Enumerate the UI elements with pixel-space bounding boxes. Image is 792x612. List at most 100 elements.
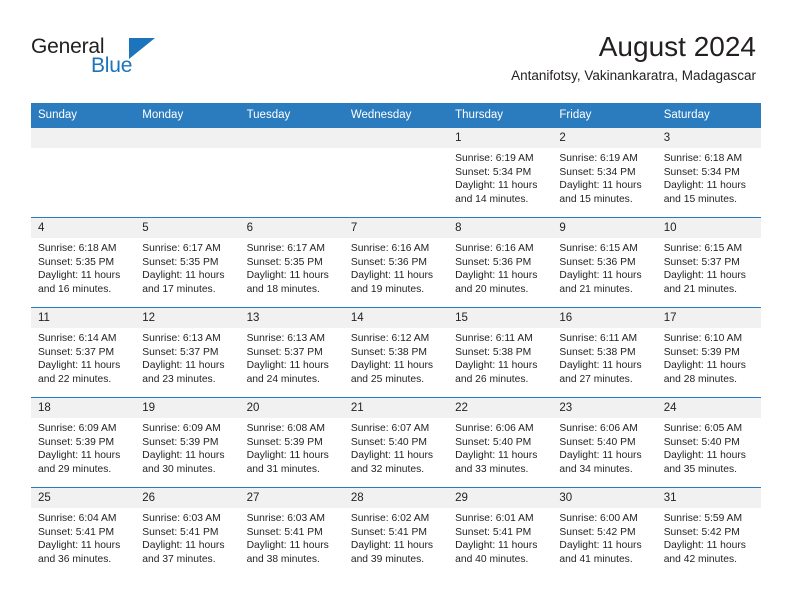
day-number: 3	[656, 128, 761, 148]
sunrise-time: Sunrise: 6:06 AM	[455, 423, 534, 434]
calendar-day-cell[interactable]: 31 Sunrise: 5:59 AM Sunset: 5:42 PM Dayligh…	[656, 487, 761, 578]
day-number: 31	[656, 488, 761, 508]
daylight-duration-line1: Daylight: 11 hours	[455, 360, 538, 372]
calendar-day-cell[interactable]: 22 Sunrise: 6:06 AM Sunset: 5:40 PM Dayligh…	[448, 397, 553, 488]
calendar-day-cell[interactable]: 28 Sunrise: 6:02 AM Sunset: 5:41 PM Dayligh…	[343, 487, 449, 578]
daylight-duration-line2: and 35 minutes.	[663, 463, 737, 475]
day-details: Sunrise: 6:16 AM Sunset: 5:36 PM Daylight:…	[344, 238, 448, 296]
calendar-table: Sunday Monday Tuesday Wednesday Thursday…	[31, 103, 761, 578]
day-details: Sunrise: 5:59 AM Sunset: 5:42 PM Daylight:…	[657, 508, 761, 566]
calendar-day-cell[interactable]: 21 Sunrise: 6:07 AM Sunset: 5:40 PM Dayligh…	[343, 397, 449, 488]
weekday-header-wednesday: Wednesday	[343, 103, 449, 128]
calendar-day-cell[interactable]: 27 Sunrise: 6:03 AM Sunset: 5:41 PM Dayligh…	[239, 487, 344, 578]
day-details: Sunrise: 6:17 AM Sunset: 5:35 PM Daylight:…	[240, 238, 344, 296]
day-number: 13	[239, 308, 344, 328]
day-details: Sunrise: 6:13 AM Sunset: 5:37 PM Daylight:…	[135, 328, 239, 386]
day-details: Sunrise: 6:11 AM Sunset: 5:38 PM Daylight:…	[552, 328, 656, 386]
sunrise-time: Sunrise: 6:03 AM	[142, 513, 221, 524]
day-number: 7	[343, 218, 449, 238]
calendar-day-cell[interactable]: 18 Sunrise: 6:09 AM Sunset: 5:39 PM Dayligh…	[31, 397, 136, 488]
sunset-time: Sunset: 5:35 PM	[38, 256, 115, 268]
sunrise-time: Sunrise: 6:08 AM	[246, 423, 325, 434]
sunset-time: Sunset: 5:37 PM	[38, 346, 115, 358]
calendar-day-cell[interactable]: 23 Sunrise: 6:06 AM Sunset: 5:40 PM Dayligh…	[552, 397, 657, 488]
sunrise-time: Sunrise: 6:03 AM	[246, 513, 325, 524]
sunset-time: Sunset: 5:41 PM	[142, 526, 219, 538]
day-details: Sunrise: 6:00 AM Sunset: 5:42 PM Daylight:…	[552, 508, 656, 566]
calendar-day-cell[interactable]: 30 Sunrise: 6:00 AM Sunset: 5:42 PM Dayligh…	[552, 487, 657, 578]
calendar-day-cell[interactable]: 16 Sunrise: 6:11 AM Sunset: 5:38 PM Dayligh…	[552, 307, 657, 398]
day-number	[135, 128, 240, 148]
calendar-day-cell-empty	[343, 127, 449, 218]
day-number: 11	[31, 308, 136, 328]
daylight-duration-line2: and 23 minutes.	[142, 373, 216, 385]
calendar-day-cell[interactable]: 20 Sunrise: 6:08 AM Sunset: 5:39 PM Dayligh…	[239, 397, 344, 488]
day-number: 19	[135, 398, 240, 418]
day-number: 8	[448, 218, 553, 238]
calendar-day-cell[interactable]: 19 Sunrise: 6:09 AM Sunset: 5:39 PM Dayligh…	[135, 397, 240, 488]
calendar-day-cell[interactable]: 1 Sunrise: 6:19 AM Sunset: 5:34 PM Daylight…	[448, 127, 553, 218]
weekday-header-sunday: Sunday	[31, 103, 136, 128]
daylight-duration-line1: Daylight: 11 hours	[350, 540, 434, 552]
sunset-time: Sunset: 5:41 PM	[350, 526, 427, 538]
sunrise-time: Sunrise: 6:11 AM	[455, 333, 533, 344]
daylight-duration-line1: Daylight: 11 hours	[455, 540, 538, 552]
sunrise-time: Sunrise: 6:07 AM	[350, 423, 430, 434]
brand-name-blue: Blue	[91, 54, 133, 77]
calendar-day-cell[interactable]: 11 Sunrise: 6:14 AM Sunset: 5:37 PM Dayligh…	[31, 307, 136, 398]
day-number: 25	[31, 488, 136, 508]
location-subtitle: Antanifotsy, Vakinankaratra, Madagascar	[511, 68, 756, 83]
sunrise-time: Sunrise: 5:59 AM	[663, 513, 743, 524]
brand-logo[interactable]: General Blue	[31, 36, 161, 82]
calendar-day-cell[interactable]: 10 Sunrise: 6:15 AM Sunset: 5:37 PM Dayligh…	[656, 217, 761, 308]
daylight-duration-line1: Daylight: 11 hours	[559, 450, 642, 462]
sunrise-time: Sunrise: 6:18 AM	[38, 243, 117, 254]
day-number	[239, 128, 344, 148]
calendar-day-cell[interactable]: 4 Sunrise: 6:18 AM Sunset: 5:35 PM Daylight…	[31, 217, 136, 308]
daylight-duration-line2: and 20 minutes.	[455, 283, 529, 295]
calendar-day-cell[interactable]: 14 Sunrise: 6:12 AM Sunset: 5:38 PM Dayligh…	[343, 307, 449, 398]
day-details: Sunrise: 6:11 AM Sunset: 5:38 PM Daylight:…	[448, 328, 552, 386]
daylight-duration-line2: and 32 minutes.	[350, 463, 425, 475]
calendar-day-cell[interactable]: 29 Sunrise: 6:01 AM Sunset: 5:41 PM Dayligh…	[448, 487, 553, 578]
day-number: 12	[135, 308, 240, 328]
sunrise-time: Sunrise: 6:16 AM	[350, 243, 430, 254]
daylight-duration-line2: and 33 minutes.	[455, 463, 529, 475]
calendar-day-cell[interactable]: 24 Sunrise: 6:05 AM Sunset: 5:40 PM Dayligh…	[656, 397, 761, 488]
day-number: 6	[239, 218, 344, 238]
day-details: Sunrise: 6:04 AM Sunset: 5:41 PM Daylight:…	[31, 508, 135, 566]
calendar-day-cell[interactable]: 5 Sunrise: 6:17 AM Sunset: 5:35 PM Daylight…	[135, 217, 240, 308]
title-block: August 2024 Antanifotsy, Vakinankaratra,…	[511, 30, 756, 85]
day-number: 24	[656, 398, 761, 418]
sunrise-time: Sunrise: 6:16 AM	[455, 243, 534, 254]
calendar-day-cell[interactable]: 26 Sunrise: 6:03 AM Sunset: 5:41 PM Dayligh…	[135, 487, 240, 578]
calendar-day-cell[interactable]: 3 Sunrise: 6:18 AM Sunset: 5:34 PM Daylight…	[656, 127, 761, 218]
day-number: 18	[31, 398, 136, 418]
calendar-day-cell[interactable]: 12 Sunrise: 6:13 AM Sunset: 5:37 PM Dayligh…	[135, 307, 240, 398]
daylight-duration-line2: and 29 minutes.	[38, 463, 112, 475]
calendar-day-cell[interactable]: 8 Sunrise: 6:16 AM Sunset: 5:36 PM Daylight…	[448, 217, 553, 308]
calendar-week-row: 18 Sunrise: 6:09 AM Sunset: 5:39 PM Dayligh…	[31, 397, 761, 488]
sunset-time: Sunset: 5:34 PM	[455, 166, 532, 178]
calendar-day-cell[interactable]: 7 Sunrise: 6:16 AM Sunset: 5:36 PM Daylight…	[343, 217, 449, 308]
daylight-duration-line1: Daylight: 11 hours	[246, 540, 329, 552]
daylight-duration-line2: and 22 minutes.	[38, 373, 112, 385]
calendar-day-cell[interactable]: 6 Sunrise: 6:17 AM Sunset: 5:35 PM Daylight…	[239, 217, 344, 308]
sunset-time: Sunset: 5:39 PM	[663, 346, 740, 358]
daylight-duration-line1: Daylight: 11 hours	[559, 540, 642, 552]
calendar-day-cell[interactable]: 15 Sunrise: 6:11 AM Sunset: 5:38 PM Dayligh…	[448, 307, 553, 398]
day-details: Sunrise: 6:06 AM Sunset: 5:40 PM Daylight:…	[552, 418, 656, 476]
calendar-day-cell[interactable]: 9 Sunrise: 6:15 AM Sunset: 5:36 PM Daylight…	[552, 217, 657, 308]
sunset-time: Sunset: 5:37 PM	[246, 346, 323, 358]
calendar-day-cell[interactable]: 17 Sunrise: 6:10 AM Sunset: 5:39 PM Dayligh…	[656, 307, 761, 398]
calendar-day-cell[interactable]: 13 Sunrise: 6:13 AM Sunset: 5:37 PM Dayligh…	[239, 307, 344, 398]
calendar-day-cell-empty	[239, 127, 344, 218]
sunrise-time: Sunrise: 6:15 AM	[559, 243, 638, 254]
calendar-day-cell[interactable]: 2 Sunrise: 6:19 AM Sunset: 5:34 PM Daylight…	[552, 127, 657, 218]
calendar-day-cell[interactable]: 25 Sunrise: 6:04 AM Sunset: 5:41 PM Dayligh…	[31, 487, 136, 578]
daylight-duration-line1: Daylight: 11 hours	[559, 180, 642, 192]
sunrise-time: Sunrise: 6:00 AM	[559, 513, 638, 524]
daylight-duration-line2: and 31 minutes.	[246, 463, 320, 475]
sunrise-time: Sunrise: 6:12 AM	[350, 333, 430, 344]
sunset-time: Sunset: 5:42 PM	[663, 526, 740, 538]
